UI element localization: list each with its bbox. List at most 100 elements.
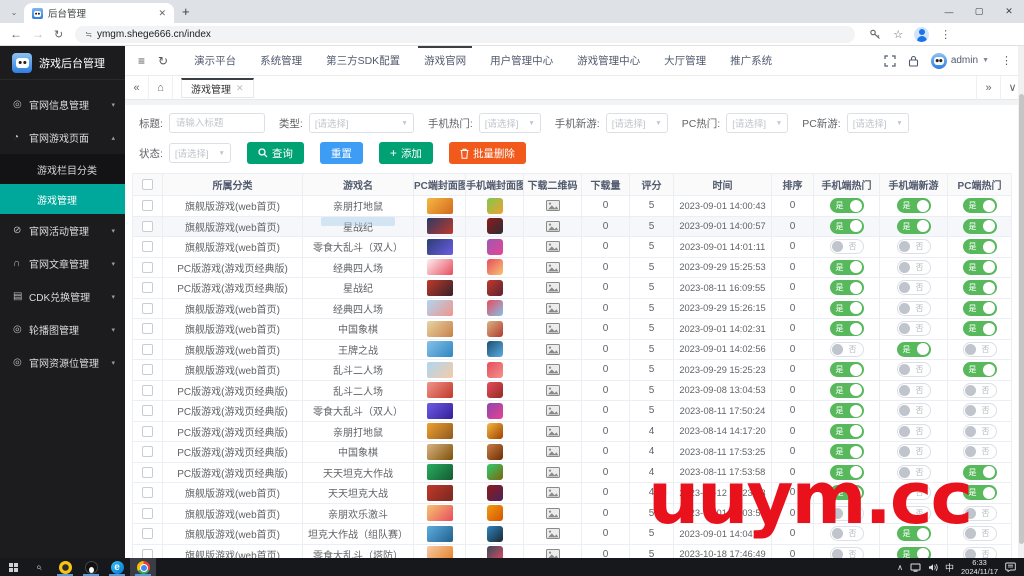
toggle-on[interactable]: 是 — [830, 260, 864, 275]
sidebar-item-carousel-management[interactable]: ◎轮播图管理▾ — [0, 313, 125, 346]
qr-image-placeholder-icon[interactable] — [546, 344, 560, 355]
nav-item-第三方SDK配置[interactable]: 第三方SDK配置 — [314, 46, 412, 76]
toggle-on[interactable]: 是 — [897, 342, 931, 357]
toggle-on[interactable]: 是 — [963, 321, 997, 336]
new-tab-button[interactable]: + — [182, 4, 190, 19]
qr-image-placeholder-icon[interactable] — [546, 221, 560, 232]
toggle-on[interactable]: 是 — [830, 219, 864, 234]
taskbar-app-chrome[interactable] — [130, 558, 156, 576]
toggle-on[interactable]: 是 — [830, 301, 864, 316]
browser-menu-icon[interactable]: ⋮ — [940, 28, 951, 41]
batch-delete-button[interactable]: 批量删除 — [449, 142, 526, 164]
ime-indicator[interactable]: 中 — [945, 561, 954, 574]
pc-cover-thumbnail[interactable] — [427, 198, 453, 214]
toggle-on[interactable]: 是 — [963, 280, 997, 295]
toggle-off[interactable]: 否 — [963, 342, 997, 357]
toggle-on[interactable]: 是 — [897, 547, 931, 558]
reload-icon[interactable]: ↻ — [54, 28, 63, 41]
toggle-off[interactable]: 否 — [963, 424, 997, 439]
select-all-checkbox[interactable] — [142, 179, 153, 190]
qr-image-placeholder-icon[interactable] — [546, 487, 560, 498]
tabs-forward-icon[interactable]: » — [976, 76, 1000, 100]
toggle-off[interactable]: 否 — [897, 321, 931, 336]
toggle-on[interactable]: 是 — [830, 424, 864, 439]
qr-image-placeholder-icon[interactable] — [546, 528, 560, 539]
reset-button[interactable]: 重置 — [320, 142, 363, 164]
pc-cover-thumbnail[interactable] — [427, 218, 453, 234]
qr-image-placeholder-icon[interactable] — [546, 467, 560, 478]
nav-item-推广系统[interactable]: 推广系统 — [718, 46, 784, 76]
pc-cover-thumbnail[interactable] — [427, 444, 453, 460]
add-button[interactable]: + 添加 — [379, 142, 433, 164]
sidebar-item-site-resource-management[interactable]: ◎官网资源位管理▾ — [0, 346, 125, 379]
pc-new-filter[interactable]: [请选择]▼ — [847, 113, 909, 133]
fullscreen-icon[interactable] — [884, 55, 896, 67]
sidebar-item-site-article-management[interactable]: ∩官网文章管理▾ — [0, 247, 125, 280]
taskbar-search-button[interactable]: ⌕ — [26, 558, 52, 576]
row-checkbox[interactable] — [142, 508, 153, 519]
toggle-off[interactable]: 否 — [963, 547, 997, 558]
maximize-button[interactable]: ▢ — [964, 0, 994, 23]
collapse-tabs-icon[interactable]: « — [125, 76, 149, 100]
mobile-cover-thumbnail[interactable] — [487, 362, 503, 378]
pc-hot-filter[interactable]: [请选择]▼ — [726, 113, 788, 133]
mobile-cover-thumbnail[interactable] — [487, 423, 503, 439]
nav-item-游戏管理中心[interactable]: 游戏管理中心 — [565, 46, 652, 76]
scrollbar-thumb[interactable] — [1019, 94, 1024, 544]
toggle-on[interactable]: 是 — [830, 198, 864, 213]
row-checkbox[interactable] — [142, 282, 153, 293]
qr-image-placeholder-icon[interactable] — [546, 200, 560, 211]
pc-cover-thumbnail[interactable] — [427, 362, 453, 378]
taskbar-clock[interactable]: 6:33 2024/11/17 — [961, 558, 998, 576]
nav-item-大厅管理[interactable]: 大厅管理 — [652, 46, 718, 76]
network-icon[interactable] — [910, 563, 921, 572]
sidebar-item-cdk-exchange-management[interactable]: ▤CDK兑换管理▾ — [0, 280, 125, 313]
submenu-item-game-management[interactable]: 游戏管理 — [0, 184, 125, 214]
volume-icon[interactable] — [928, 563, 938, 572]
row-checkbox[interactable] — [142, 446, 153, 457]
pc-cover-thumbnail[interactable] — [427, 321, 453, 337]
start-button[interactable] — [0, 558, 26, 576]
toggle-off[interactable]: 否 — [830, 547, 864, 558]
lock-icon[interactable] — [908, 55, 919, 67]
toggle-off[interactable]: 否 — [830, 342, 864, 357]
mobile-cover-thumbnail[interactable] — [487, 444, 503, 460]
pc-cover-thumbnail[interactable] — [427, 341, 453, 357]
pc-cover-thumbnail[interactable] — [427, 526, 453, 542]
pc-cover-thumbnail[interactable] — [427, 259, 453, 275]
header-more-icon[interactable]: ⋮ — [1001, 54, 1012, 67]
home-icon[interactable]: ⌂ — [149, 76, 173, 100]
minimize-button[interactable]: — — [934, 0, 964, 23]
tab-close-icon[interactable]: ✕ — [158, 8, 166, 19]
toggle-on[interactable]: 是 — [963, 362, 997, 377]
qr-image-placeholder-icon[interactable] — [546, 426, 560, 437]
qr-image-placeholder-icon[interactable] — [546, 323, 560, 334]
nav-item-用户管理中心[interactable]: 用户管理中心 — [478, 46, 565, 76]
qr-image-placeholder-icon[interactable] — [546, 385, 560, 396]
mobile-cover-thumbnail[interactable] — [487, 218, 503, 234]
pc-cover-thumbnail[interactable] — [427, 382, 453, 398]
toggle-on[interactable]: 是 — [897, 198, 931, 213]
pc-cover-thumbnail[interactable] — [427, 505, 453, 521]
qr-image-placeholder-icon[interactable] — [546, 508, 560, 519]
row-checkbox[interactable] — [142, 241, 153, 252]
toggle-on[interactable]: 是 — [830, 403, 864, 418]
toggle-on[interactable]: 是 — [830, 362, 864, 377]
toggle-on[interactable]: 是 — [830, 280, 864, 295]
toggle-off[interactable]: 否 — [897, 239, 931, 254]
tray-expand-icon[interactable]: ∧ — [897, 563, 903, 572]
mobile-cover-thumbnail[interactable] — [487, 341, 503, 357]
site-settings-icon[interactable]: ≒ — [85, 30, 91, 39]
mobile-cover-thumbnail[interactable] — [487, 403, 503, 419]
tab-search-chevron-icon[interactable]: ⌄ — [6, 4, 22, 20]
page-tab-game-management[interactable]: 游戏管理 ✕ — [181, 78, 254, 98]
nav-item-游戏官网[interactable]: 游戏官网 — [412, 46, 478, 76]
row-checkbox[interactable] — [142, 323, 153, 334]
mobile-hot-filter[interactable]: [请选择]▼ — [479, 113, 541, 133]
toggle-on[interactable]: 是 — [963, 239, 997, 254]
title-filter[interactable] — [169, 113, 265, 133]
taskbar-app-qq[interactable] — [78, 558, 104, 576]
nav-item-演示平台[interactable]: 演示平台 — [182, 46, 248, 76]
toggle-off[interactable]: 否 — [897, 403, 931, 418]
qr-image-placeholder-icon[interactable] — [546, 446, 560, 457]
